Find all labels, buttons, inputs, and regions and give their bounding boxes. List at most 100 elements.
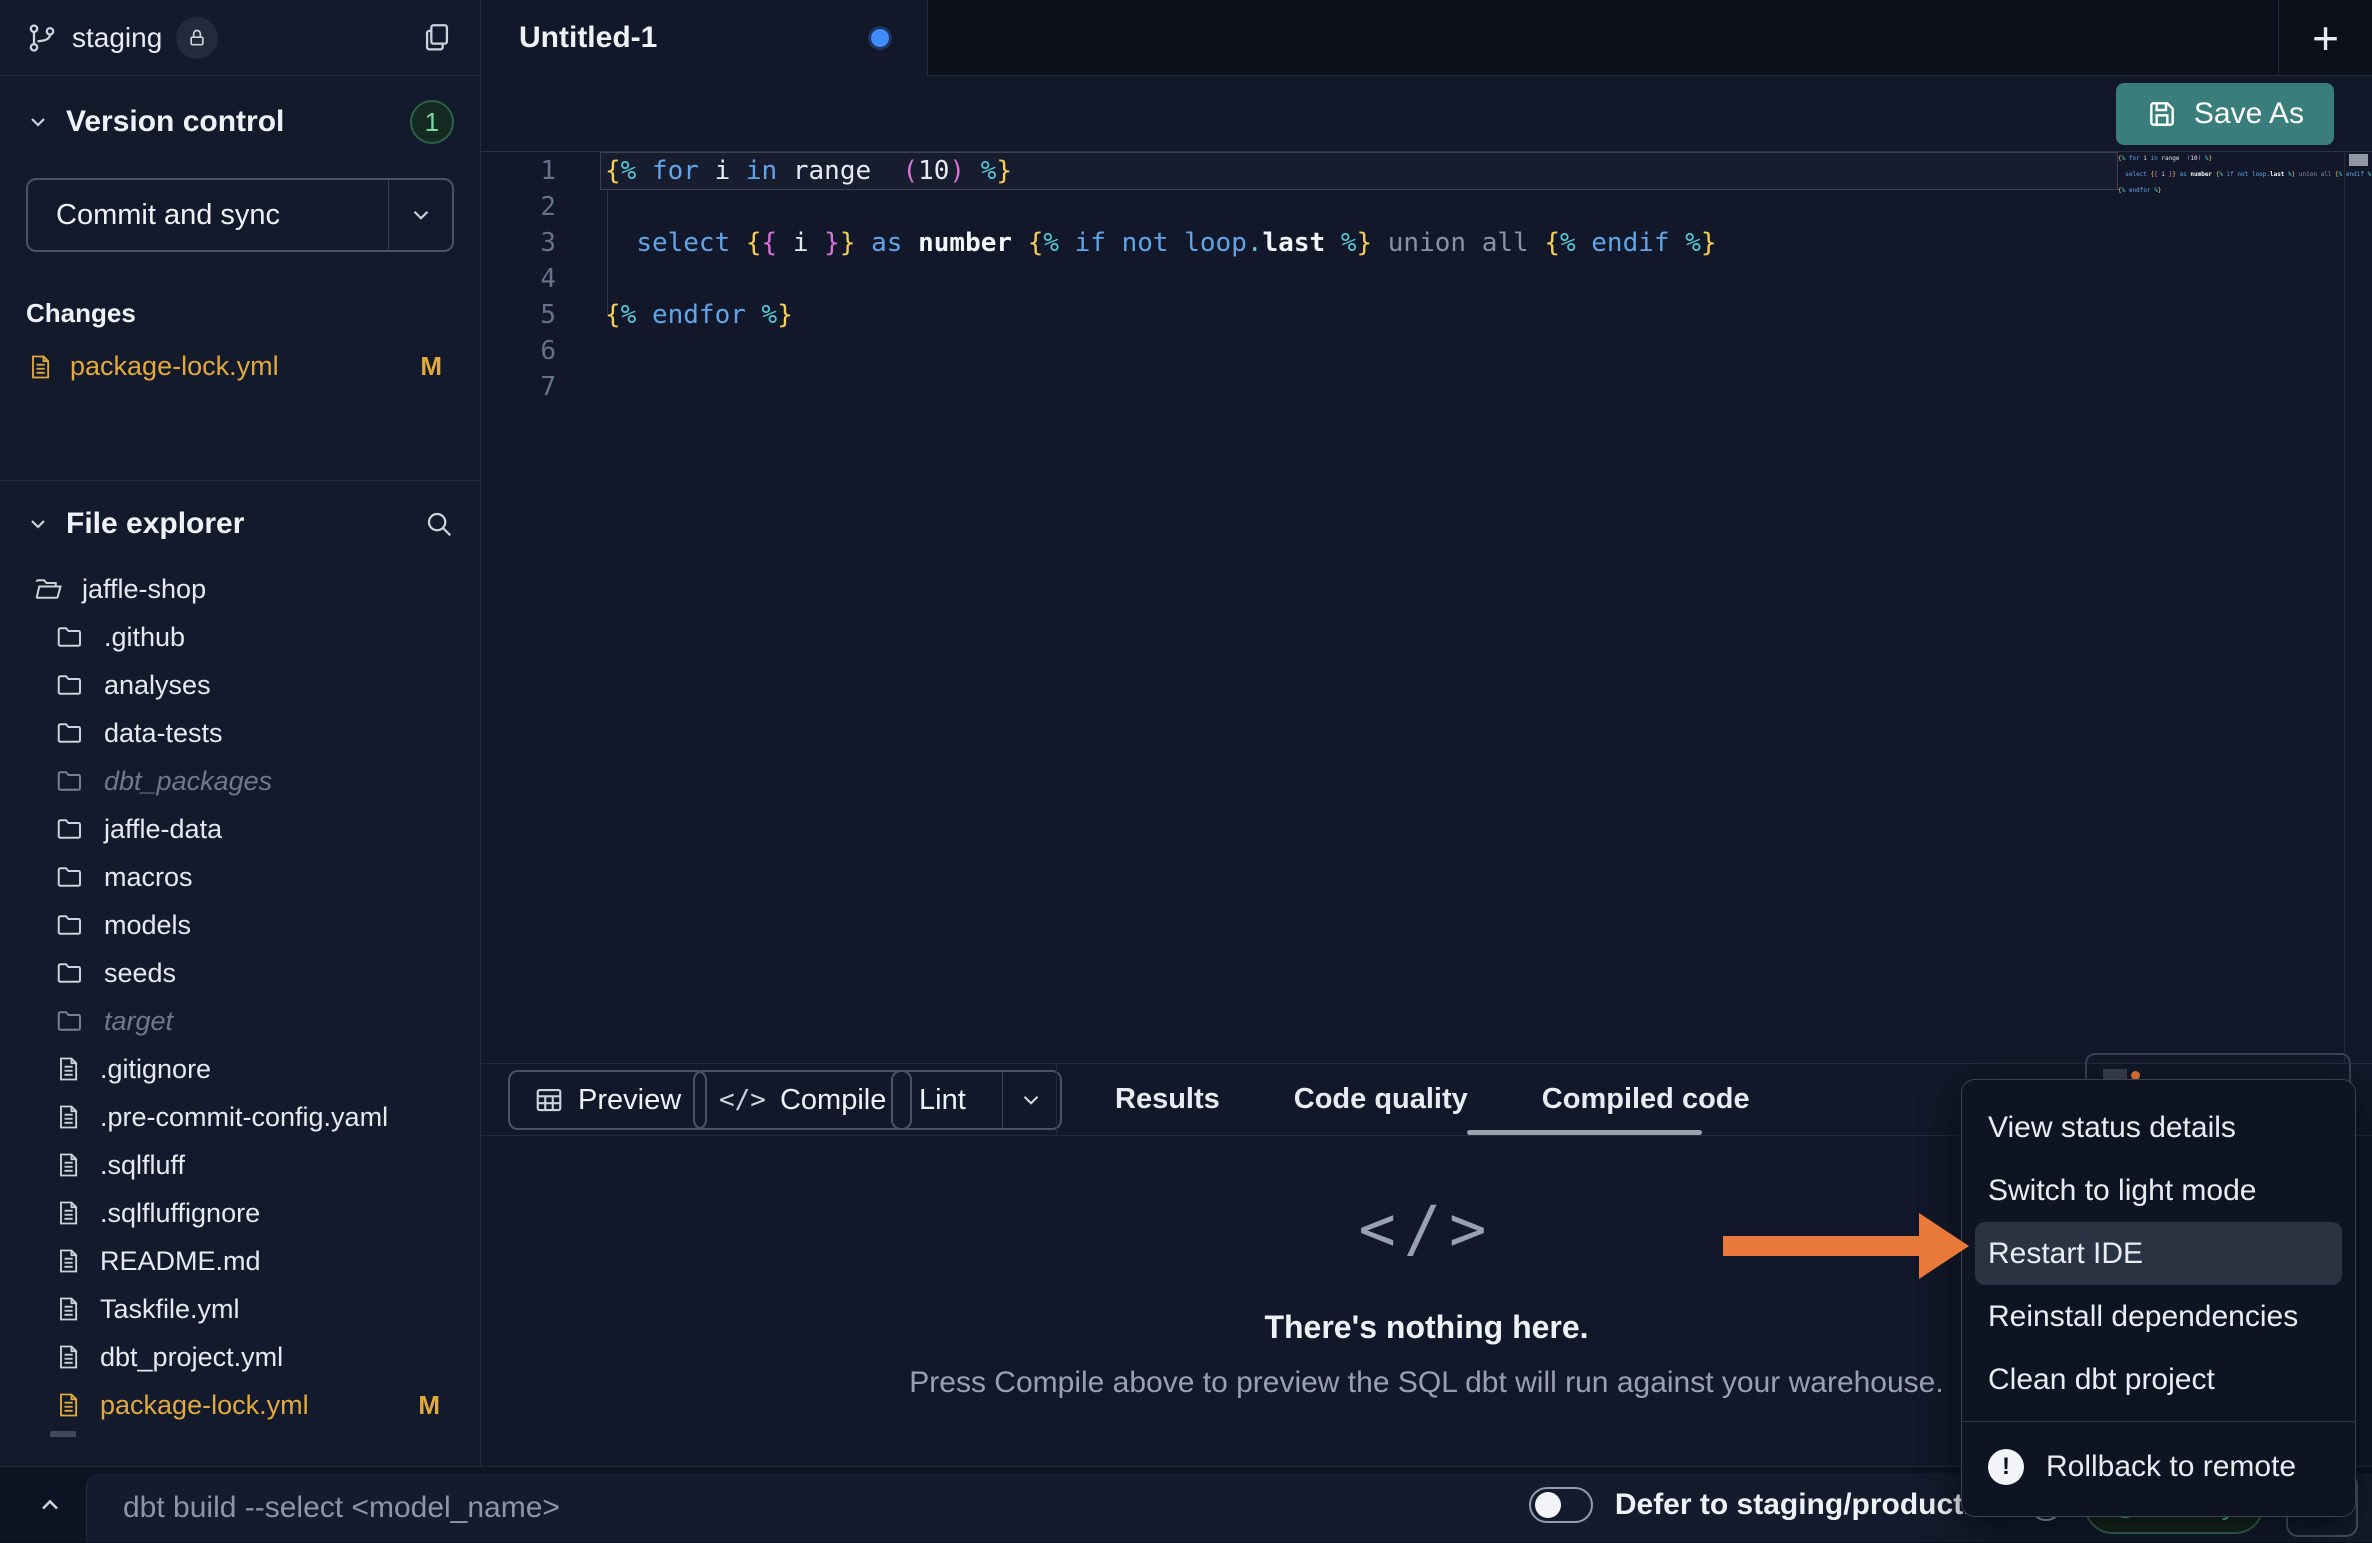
file-tree-item-data-tests[interactable]: data-tests: [26, 709, 454, 757]
file-name: package-lock.yml: [100, 1390, 309, 1421]
minimap-line-2: [2118, 163, 2344, 171]
file-name: .sqlfluff: [100, 1150, 185, 1181]
file-tree-item-package-lock-yml[interactable]: package-lock.ymlM: [26, 1381, 454, 1429]
lint-dropdown[interactable]: [1002, 1072, 1060, 1128]
folder-icon: [54, 718, 86, 748]
code-line-3: select {{ i }} as number {% if not loop.…: [605, 225, 1717, 261]
ide-options-menu: View status detailsSwitch to light modeR…: [1961, 1079, 2356, 1517]
file-icon: [54, 1054, 82, 1084]
minimap-line-4: [2118, 179, 2344, 187]
menu-item-reinstall-dependencies[interactable]: Reinstall dependencies: [1962, 1285, 2355, 1348]
expand-command-bar-button[interactable]: [22, 1467, 78, 1543]
chevron-down-icon[interactable]: [26, 110, 50, 134]
code-line-4: [605, 261, 1717, 297]
file-name: jaffle-shop: [82, 574, 206, 605]
file-tree-item-dbt-packages[interactable]: dbt_packages: [26, 757, 454, 805]
line-number: 4: [481, 261, 600, 297]
git-branch-icon: [26, 22, 58, 54]
file-tree-item-seeds[interactable]: seeds: [26, 949, 454, 997]
defer-label: Defer to staging/production: [1615, 1488, 2008, 1522]
line-number: 2: [481, 189, 600, 225]
tab-untitled-1[interactable]: Untitled-1: [481, 0, 928, 76]
menu-item-rollback-to-remote[interactable]: !Rollback to remote: [1962, 1432, 2355, 1502]
line-number: 6: [481, 333, 600, 369]
changes-label: Changes: [26, 298, 454, 329]
minimap[interactable]: {% for i in range (10) %} select {{ i }}…: [2118, 155, 2344, 211]
file-tree-item-analyses[interactable]: analyses: [26, 661, 454, 709]
toggle-knob: [1535, 1492, 1561, 1518]
unsaved-changes-dot-icon: [871, 29, 889, 47]
file-name: .sqlfluffignore: [100, 1198, 260, 1229]
code-line-5: {% endfor %}: [605, 297, 1717, 333]
lint-button[interactable]: Lint: [891, 1070, 1062, 1130]
file-icon: [54, 1390, 82, 1420]
file-tree: jaffle-shop .github analyses data-tests dbt_…: [26, 565, 454, 1429]
file-tree-item-jaffle-shop[interactable]: jaffle-shop: [26, 565, 454, 613]
file-name: .gitignore: [100, 1054, 211, 1085]
file-icon: [54, 1150, 82, 1180]
line-number: 7: [481, 369, 600, 405]
duplicate-icon[interactable]: [420, 21, 454, 55]
file-name: models: [104, 910, 191, 941]
minimap-line-5: {% endfor %}: [2118, 187, 2344, 195]
scrollbar-thumb[interactable]: [2349, 154, 2368, 166]
panel-tabs: Results Code quality Compiled code: [1103, 1064, 1762, 1135]
file-icon: [54, 1342, 82, 1372]
changed-file-name: package-lock.yml: [70, 351, 279, 382]
chevron-down-icon[interactable]: [26, 512, 50, 536]
preview-button[interactable]: Preview: [508, 1070, 707, 1130]
minimap-line-3: select {{ i }} as number {% if not loop.…: [2118, 171, 2344, 179]
branch-name[interactable]: staging: [72, 22, 162, 54]
file-tree-item-models[interactable]: models: [26, 901, 454, 949]
code-line-7: [605, 369, 1717, 405]
file-tree-item-target[interactable]: target: [26, 997, 454, 1045]
menu-item-view-status-details[interactable]: View status details: [1962, 1096, 2355, 1159]
commit-options-dropdown[interactable]: [388, 180, 452, 250]
file-tree-item-jaffle-data[interactable]: jaffle-data: [26, 805, 454, 853]
code-editor[interactable]: 1234567 {% for i in range (10) %} select…: [481, 152, 2372, 1063]
file-tree-item-macros[interactable]: macros: [26, 853, 454, 901]
folder-icon: [54, 766, 86, 796]
file-tree-item-pre-commit-config-yaml[interactable]: .pre-commit-config.yaml: [26, 1093, 454, 1141]
file-name: analyses: [104, 670, 211, 701]
code-line-6: [605, 333, 1717, 369]
file-explorer-title: File explorer: [66, 507, 244, 541]
version-control-section: Version control 1 Commit and sync Change…: [0, 76, 480, 481]
commit-and-sync-button[interactable]: Commit and sync: [26, 178, 454, 252]
folder-icon: [54, 862, 86, 892]
editor-tabbar: Untitled-1 +: [481, 0, 2372, 76]
search-icon[interactable]: [424, 509, 454, 539]
table-icon: [534, 1085, 564, 1115]
panel-tab-code-quality[interactable]: Code quality: [1282, 1083, 1480, 1116]
preview-label: Preview: [578, 1084, 681, 1117]
file-name: dbt_packages: [104, 766, 272, 797]
panel-tab-results[interactable]: Results: [1103, 1083, 1232, 1116]
menu-divider: [1962, 1421, 2355, 1422]
file-tree-item-readme-md[interactable]: README.md: [26, 1237, 454, 1285]
menu-item-switch-to-light-mode[interactable]: Switch to light mode: [1962, 1159, 2355, 1222]
panel-tab-compiled-code[interactable]: Compiled code: [1530, 1083, 1762, 1116]
code-icon: </>: [719, 1085, 766, 1115]
changed-file-package-lock-yml[interactable]: package-lock.yml M: [26, 351, 454, 382]
file-tree-item-taskfile-yml[interactable]: Taskfile.yml: [26, 1285, 454, 1333]
new-tab-button[interactable]: +: [2278, 0, 2372, 76]
file-tree-item-github[interactable]: .github: [26, 613, 454, 661]
save-as-button[interactable]: Save As: [2116, 83, 2334, 145]
menu-item-clean-dbt-project[interactable]: Clean dbt project: [1962, 1348, 2355, 1411]
compile-button[interactable]: </> Compile: [693, 1070, 912, 1130]
editor-scrollbar[interactable]: [2344, 152, 2372, 1063]
file-tree-item-sqlfluff[interactable]: .sqlfluff: [26, 1141, 454, 1189]
code-line-2: [605, 189, 1717, 225]
file-icon: [54, 1294, 82, 1324]
file-tree-item-sqlfluffignore[interactable]: .sqlfluffignore: [26, 1189, 454, 1237]
file-name: dbt_project.yml: [100, 1342, 283, 1373]
folder-open-icon: [32, 574, 64, 604]
save-as-label: Save As: [2194, 97, 2304, 131]
file-tree-item-gitignore[interactable]: .gitignore: [26, 1045, 454, 1093]
file-name: .pre-commit-config.yaml: [100, 1102, 388, 1133]
file-tree-item-dbt-project-yml[interactable]: dbt_project.yml: [26, 1333, 454, 1381]
menu-item-restart-ide[interactable]: Restart IDE: [1975, 1222, 2342, 1285]
defer-toggle[interactable]: [1529, 1487, 1593, 1523]
command-placeholder: dbt build --select <model_name>: [123, 1491, 560, 1525]
modified-badge: M: [420, 351, 442, 382]
